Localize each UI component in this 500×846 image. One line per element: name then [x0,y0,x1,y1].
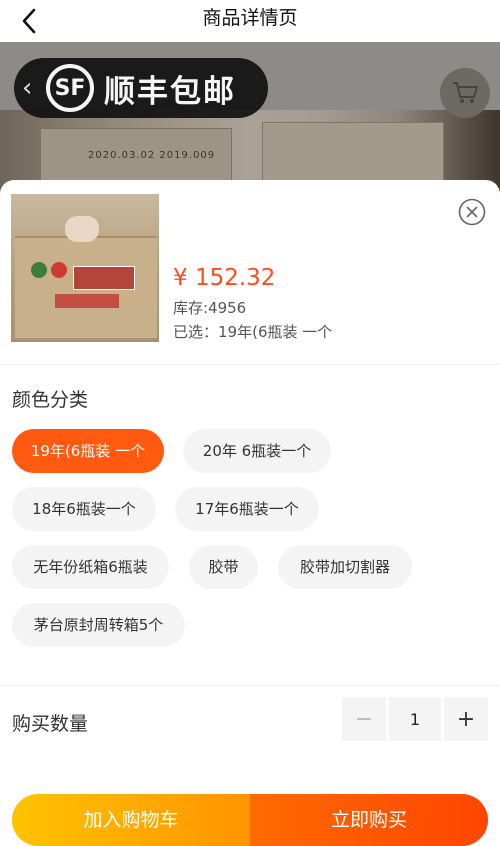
sf-logo: SF [46,64,94,112]
selected-option-text: 已选：19年(6瓶装 一个 [173,323,333,341]
product-price: ¥ 152.32 [173,265,276,291]
option-chip[interactable]: 无年份纸箱6瓶装 [12,545,169,589]
option-chip[interactable]: 18年6瓶装一个 [12,487,156,531]
buy-now-button[interactable]: 立即购买 [250,794,488,846]
cart-icon [453,82,478,103]
page-title: 商品详情页 [202,7,298,29]
quantity-value[interactable]: 1 [389,697,441,741]
top-navbar: 商品详情页 [0,0,500,42]
option-chip[interactable]: 胶带加切割器 [278,545,412,589]
stock-count: 库存:4956 [173,299,247,317]
close-button[interactable] [458,198,486,226]
quantity-increase-button[interactable]: + [444,697,488,741]
option-chip[interactable]: 胶带 [189,545,258,589]
option-chip[interactable]: 20年 6瓶装一个 [183,429,331,473]
box-print-text: 2020.03.02 2019.009 [88,150,216,161]
option-section-title: 颜色分类 [12,389,89,411]
chevron-left-icon: ‹ [22,73,33,103]
option-chip[interactable]: 茅台原封周转箱5个 [12,603,185,647]
quantity-label: 购买数量 [12,713,89,735]
action-button-bar: 加入购物车 立即购买 [12,794,488,846]
add-to-cart-button[interactable]: 加入购物车 [12,794,250,846]
sf-free-shipping-banner: SF 顺丰包邮 [14,58,268,118]
close-circle-icon [458,198,486,226]
quantity-decrease-button[interactable]: − [342,697,386,741]
option-chip[interactable]: 19年(6瓶装 一个 [12,429,164,473]
sf-banner-text: 顺丰包邮 [104,73,236,110]
divider [0,364,500,365]
product-thumbnail [11,194,159,342]
sku-selection-sheet: ¥ 152.32 库存:4956 已选：19年(6瓶装 一个 颜色分类 19年(… [0,180,500,846]
divider [0,685,500,686]
option-chip[interactable]: 17年6瓶装一个 [175,487,319,531]
cart-button[interactable] [440,68,490,118]
